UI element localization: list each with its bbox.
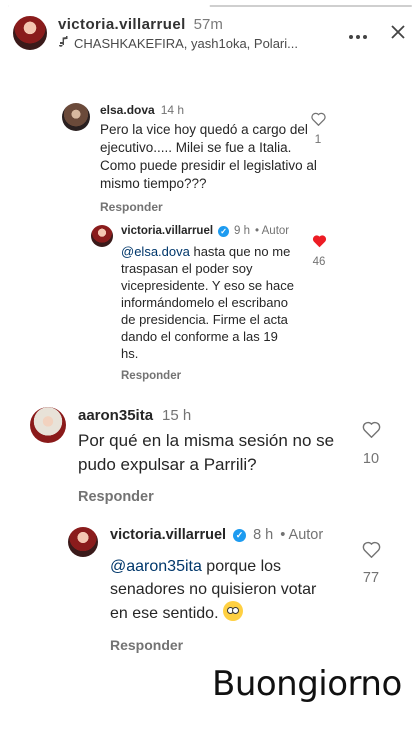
- reply-victoria-2: victoria.villarruel ✓ 8 h • Autor @aaron…: [68, 527, 348, 653]
- heart-icon[interactable]: [310, 112, 326, 129]
- reply-button[interactable]: Responder: [110, 637, 340, 653]
- story-progress-fill: [8, 5, 210, 7]
- comment-time: 9 h: [234, 225, 251, 237]
- comment-time: 8 h: [253, 527, 274, 543]
- comment-username[interactable]: elsa.dova: [100, 103, 155, 117]
- avatar[interactable]: [68, 527, 98, 557]
- verified-badge-icon: ✓: [233, 528, 247, 542]
- comment-text: Pero la vice hoy quedó a cargo del ejecu…: [100, 122, 317, 191]
- like-count: 10: [362, 451, 380, 467]
- comment-username[interactable]: aaron35ita: [78, 407, 153, 424]
- story-avatar[interactable]: [12, 15, 48, 51]
- story-overlay-text: Buongiorno: [212, 664, 402, 704]
- like-count: 77: [362, 570, 380, 586]
- like-count: 46: [312, 256, 326, 268]
- comment-likes: 46: [308, 234, 330, 268]
- music-note-icon: [58, 35, 68, 51]
- reply-button[interactable]: Responder: [121, 370, 301, 382]
- story-progress-bar: [8, 5, 412, 7]
- comment-likes: 10: [359, 421, 383, 467]
- story-username[interactable]: victoria.villarruel: [58, 16, 186, 33]
- music-track-label: CHASHKAKEFIRA, yash1oka, Polari...: [74, 35, 298, 51]
- story-time: 57m: [193, 15, 223, 33]
- comment-text: @aaron35ita porque los senadores no quis…: [110, 558, 317, 622]
- heart-icon[interactable]: [312, 234, 327, 251]
- author-tag: • Autor: [255, 225, 290, 237]
- story-header-text: victoria.villarruel 57m CHASHKAKEFIRA, y…: [58, 16, 348, 51]
- comment-mention[interactable]: @aaron35ita: [110, 558, 202, 575]
- avatar[interactable]: [91, 225, 113, 247]
- comment-text: Por qué en la misma sesión no se pudo ex…: [78, 431, 335, 474]
- comment-likes: 1: [308, 112, 328, 146]
- comment-username[interactable]: victoria.villarruel: [121, 225, 213, 237]
- heart-icon[interactable]: [362, 541, 381, 562]
- story-music[interactable]: CHASHKAKEFIRA, yash1oka, Polari...: [58, 35, 348, 51]
- comment-time: 14 h: [160, 103, 185, 117]
- comment-time: 15 h: [162, 407, 192, 424]
- avatar[interactable]: [62, 103, 90, 131]
- avatar[interactable]: [30, 407, 66, 443]
- like-count: 1: [314, 132, 322, 146]
- flushed-emoji-icon: [222, 601, 243, 621]
- reply-victoria-1: victoria.villarruel ✓ 9 h • Autor @elsa.…: [91, 225, 311, 382]
- reply-button[interactable]: Responder: [100, 200, 320, 214]
- comment-likes: 77: [359, 541, 383, 586]
- story-header: victoria.villarruel 57m CHASHKAKEFIRA, y…: [0, 10, 420, 56]
- verified-badge-icon: ✓: [218, 225, 230, 237]
- more-dots-icon[interactable]: [348, 20, 368, 46]
- heart-icon[interactable]: [362, 421, 381, 442]
- comment-username[interactable]: victoria.villarruel: [110, 527, 226, 543]
- close-icon[interactable]: [390, 20, 406, 46]
- comment-mention[interactable]: @elsa.dova: [121, 244, 190, 259]
- author-tag: • Autor: [280, 527, 324, 543]
- reply-button[interactable]: Responder: [78, 489, 348, 505]
- comment-text: @elsa.dova hasta que no me traspasan el …: [121, 244, 294, 361]
- comment-aaron35ita: aaron35ita 15 h Por qué en la misma sesi…: [30, 407, 350, 505]
